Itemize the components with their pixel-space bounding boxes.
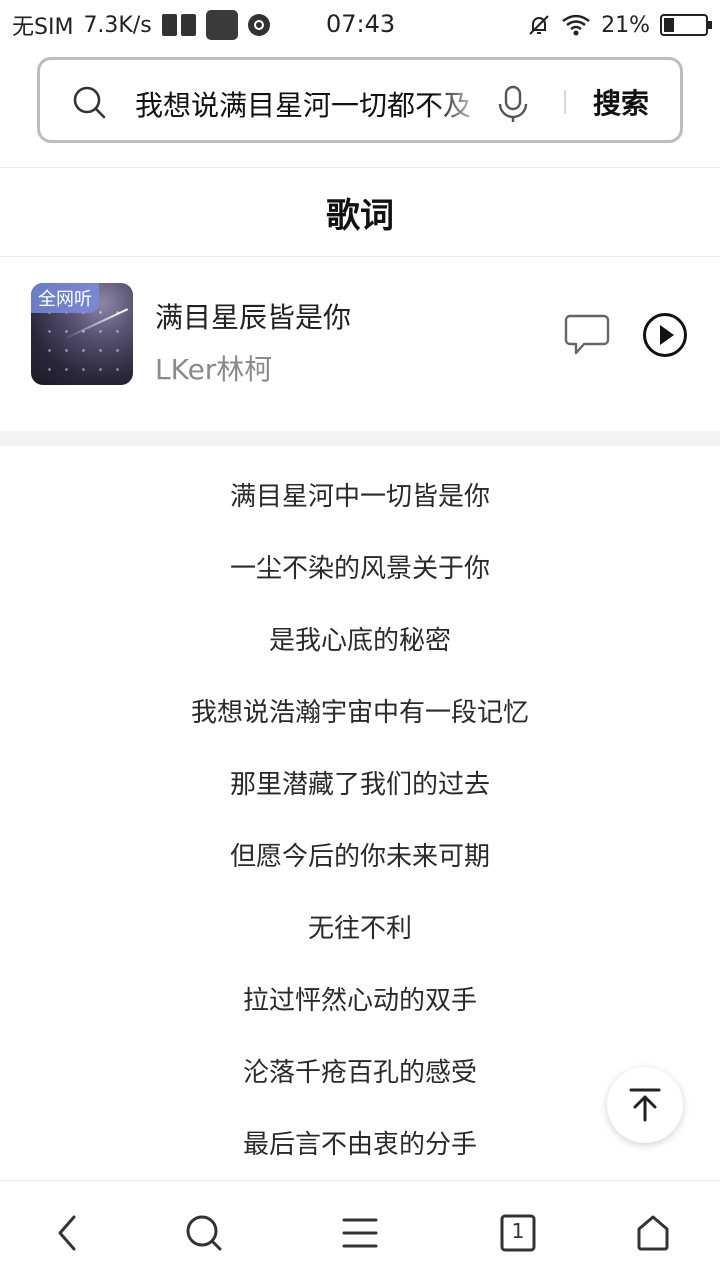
- mute-icon: [529, 15, 549, 35]
- status-time: 07:43: [326, 10, 396, 38]
- listen-badge: 全网听: [31, 283, 99, 313]
- status-left: 无SIM 7.3K/s: [12, 10, 270, 40]
- divider: [0, 256, 720, 257]
- lyric-line: 我想说浩瀚宇宙中有一段记忆: [190, 698, 529, 728]
- play-icon[interactable]: [642, 312, 688, 358]
- divider: [0, 167, 720, 168]
- search-button[interactable]: 搜索: [593, 82, 649, 122]
- media-icon: [247, 14, 270, 36]
- tab-count: 1: [511, 1219, 525, 1243]
- home-icon[interactable]: [631, 1211, 675, 1255]
- lyric-line: 无往不利: [307, 914, 412, 944]
- lyric-line: 是我心底的秘密: [268, 626, 451, 656]
- battery-percent: 21%: [601, 12, 650, 38]
- search-input[interactable]: 我想说满目星河一切都不及: [135, 84, 475, 120]
- back-to-top-button[interactable]: [607, 1067, 683, 1143]
- search-icon: [73, 86, 106, 119]
- menu-icon[interactable]: [338, 1211, 382, 1255]
- carrier-text: 无SIM: [12, 15, 74, 40]
- page-title: 歌词: [326, 196, 394, 236]
- search-text-fade: [435, 80, 485, 124]
- search-icon[interactable]: [182, 1211, 226, 1255]
- reader-icon: [161, 12, 196, 38]
- search-divider: [564, 90, 566, 114]
- network-speed: 7.3K/s: [83, 12, 152, 38]
- lyric-line: 一尘不染的风景关于你: [229, 554, 490, 584]
- status-bar: 无SIM 7.3K/s 07:43 21%: [0, 0, 720, 50]
- cover-stars: [41, 303, 121, 373]
- mic-icon[interactable]: [493, 84, 533, 124]
- song-title[interactable]: 满目星辰皆是你: [155, 296, 351, 336]
- lyric-line: 拉过怦然心动的双手: [242, 986, 477, 1016]
- back-icon[interactable]: [46, 1211, 90, 1255]
- wifi-icon: [562, 14, 590, 36]
- back-to-top-icon: [629, 1088, 661, 1122]
- lyric-line: 满目星河中一切皆是你: [229, 482, 490, 512]
- song-artist[interactable]: LKer林柯: [155, 348, 272, 388]
- section-band: [0, 431, 720, 446]
- lyric-line: 那里潜藏了我们的过去: [229, 770, 490, 800]
- lyric-line: 但愿今后的你未来可期: [229, 842, 490, 872]
- comment-icon[interactable]: [564, 313, 610, 357]
- status-right: 21%: [527, 10, 712, 40]
- app-icon: [205, 10, 238, 40]
- search-bar[interactable]: 我想说满目星河一切都不及 搜索: [37, 57, 683, 143]
- album-cover[interactable]: 全网听: [31, 283, 133, 385]
- bottom-nav: 1: [0, 1180, 720, 1280]
- tabs-button[interactable]: 1: [496, 1211, 540, 1255]
- battery-icon: [660, 14, 712, 36]
